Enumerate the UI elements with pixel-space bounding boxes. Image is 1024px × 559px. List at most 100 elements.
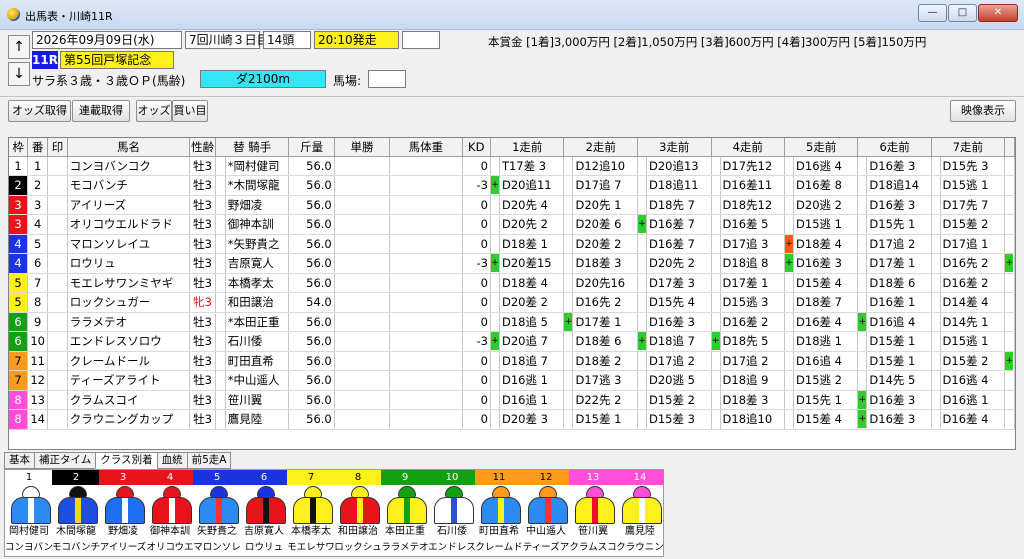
past-run[interactable]: D16差11 <box>720 175 786 196</box>
past-run[interactable]: D16差 2 <box>720 312 786 332</box>
past-run[interactable]: D16差 3 <box>793 253 859 274</box>
past-run[interactable]: D14先 1 <box>940 312 1005 332</box>
horse-name[interactable]: モコバンチ <box>67 175 191 196</box>
horse-row[interactable]: 5 8 ロックシュガー 牝3 和田譲治 54.0 0 D20差 2 D16先 2 D15先 4 D1… <box>9 292 1015 313</box>
past-run[interactable]: D18先12 <box>720 195 786 215</box>
past-run[interactable]: D17差 1 <box>572 312 638 332</box>
past-run[interactable]: D15逃 3 <box>720 292 786 313</box>
past-run[interactable]: D16差 7 <box>646 214 712 235</box>
tab-基本[interactable]: 基本 <box>4 452 35 469</box>
past-run[interactable]: D15差 3 <box>646 409 712 430</box>
past-run[interactable]: D18先 5 <box>720 331 786 352</box>
past-run[interactable]: D18追14 <box>866 175 932 196</box>
horse-row[interactable]: 1 1 コンヨバンコク 牡3 *岡村健司 56.0 0 T17差 3 D12追10 D20追13 D… <box>9 156 1015 176</box>
horse-row[interactable]: 8 13 クラムスコイ 牡3 笹川翼 56.0 0 D16追 1 D22先 2 D15差 2 D18… <box>9 390 1015 410</box>
mark-cell[interactable] <box>47 312 68 332</box>
past-run[interactable]: T17差 3 <box>499 156 565 176</box>
mark-cell[interactable] <box>47 195 68 215</box>
minimize-button[interactable]: — <box>918 4 947 22</box>
column-header[interactable]: 替 騎手 <box>215 138 290 157</box>
past-run[interactable]: D16差 4 <box>940 409 1005 430</box>
past-run[interactable]: D18追 5 <box>499 312 565 332</box>
past-run[interactable]: D18差 4 <box>793 234 859 254</box>
horse-name[interactable]: ティーズアライト <box>67 370 191 391</box>
horse-name[interactable]: ララメテオ <box>67 312 191 332</box>
past-run[interactable]: D20差15 <box>499 253 565 274</box>
jockey-name[interactable]: *木間塚龍 <box>225 175 290 196</box>
horse-name[interactable]: モエレサワンミヤギ <box>67 273 191 293</box>
past-run[interactable]: D16差 3 <box>866 195 932 215</box>
maximize-button[interactable]: □ <box>948 4 977 22</box>
past-run[interactable]: D16差 3 <box>866 390 932 410</box>
column-header[interactable]: 1走前 <box>490 138 565 157</box>
column-header[interactable]: 単勝 <box>334 138 391 157</box>
past-run[interactable]: D20差 2 <box>499 292 565 313</box>
past-run[interactable]: D18差 3 <box>572 253 638 274</box>
jockey-name[interactable]: 御神本訓 <box>225 214 290 235</box>
past-run[interactable]: D16差 7 <box>646 234 712 254</box>
past-run[interactable]: D18追10 <box>720 409 786 430</box>
mark-cell[interactable] <box>47 253 68 274</box>
horse-name[interactable]: アイリーズ <box>67 195 191 215</box>
past-run[interactable]: D18差 7 <box>793 292 859 313</box>
past-run[interactable]: D17差 1 <box>720 273 786 293</box>
past-run[interactable]: D20追13 <box>646 156 712 176</box>
mark-cell[interactable] <box>47 156 68 176</box>
jockey-name[interactable]: 和田譲治 <box>225 292 290 313</box>
mark-cell[interactable] <box>47 409 68 430</box>
horse-row[interactable]: 2 2 モコバンチ 牡3 *木間塚龍 56.0 -3 + D20追11 D17追 7 D18追11 D… <box>9 175 1015 196</box>
past-run[interactable]: D16差 3 <box>646 312 712 332</box>
jockey-name[interactable]: *本田正重 <box>225 312 290 332</box>
past-run[interactable]: D16差 2 <box>940 273 1005 293</box>
jockey-name[interactable]: *岡村健司 <box>225 156 290 176</box>
horse-row[interactable]: 4 6 ロウリュ 牡3 吉原寛人 56.0 -3 + D20差15 D18差 3 D20先 2 D18… <box>9 253 1015 274</box>
horse-row[interactable]: 7 11 クレームドール 牡3 町田直希 56.0 0 D18追 7 D18差 2 D17追 2 D… <box>9 351 1015 371</box>
past-run[interactable]: D18差 4 <box>499 273 565 293</box>
past-run[interactable]: D20追11 <box>499 175 565 196</box>
video-button[interactable]: 映像表示 <box>950 100 1016 122</box>
column-header[interactable]: 7走前 <box>931 138 1005 157</box>
past-run[interactable]: D16先 2 <box>572 292 638 313</box>
past-run[interactable]: D16追 4 <box>866 312 932 332</box>
past-run[interactable]: D20先 2 <box>499 214 565 235</box>
past-run[interactable]: D15先 4 <box>646 292 712 313</box>
past-run[interactable]: D15差 1 <box>866 331 932 352</box>
mark-cell[interactable] <box>47 390 68 410</box>
column-header[interactable]: 馬体重 <box>389 138 463 157</box>
horse-row[interactable]: 3 4 オリコウエルドラド 牡3 御神本訓 56.0 0 D20先 2 D20差 6 + D16差 … <box>9 214 1015 235</box>
tab-補正タイム[interactable]: 補正タイム <box>34 452 97 469</box>
mark-cell[interactable] <box>47 214 68 235</box>
past-run[interactable]: D18追 7 <box>646 331 712 352</box>
past-run[interactable]: D17逃 3 <box>572 370 638 391</box>
horse-row[interactable]: 6 9 ララメテオ 牡3 *本田正重 56.0 0 D18追 5 + D17差 1 D16差 3 D1… <box>9 312 1015 332</box>
column-header[interactable]: 性齢 <box>189 138 217 157</box>
horse-name[interactable]: クラムスコイ <box>67 390 191 410</box>
past-run[interactable]: D16追 1 <box>499 390 565 410</box>
past-run[interactable]: D20差 2 <box>572 234 638 254</box>
tab-クラス別着[interactable]: クラス別着 <box>95 452 158 469</box>
horse-name[interactable]: コンヨバンコク <box>67 156 191 176</box>
past-run[interactable]: D17追 3 <box>720 234 786 254</box>
column-header[interactable]: KD <box>462 138 491 157</box>
past-run[interactable]: D17追 2 <box>866 234 932 254</box>
horse-name[interactable]: オリコウエルドラド <box>67 214 191 235</box>
past-run[interactable]: D15差 1 <box>572 409 638 430</box>
past-run[interactable]: D16逃 1 <box>940 390 1005 410</box>
jockey-name[interactable]: *矢野貴之 <box>225 234 290 254</box>
past-run[interactable]: D17追 2 <box>720 351 786 371</box>
past-run[interactable]: D12追10 <box>572 156 638 176</box>
past-run[interactable]: D18差 6 <box>572 331 638 352</box>
past-run[interactable]: D14先 5 <box>866 370 932 391</box>
past-run[interactable]: D15差 1 <box>866 351 932 371</box>
close-button[interactable]: ✕ <box>978 4 1018 22</box>
past-run[interactable]: D18追 7 <box>499 351 565 371</box>
mark-cell[interactable] <box>47 351 68 371</box>
past-run[interactable]: D15差 2 <box>940 351 1005 371</box>
column-header[interactable]: 印 <box>47 138 68 157</box>
past-run[interactable]: D18追 8 <box>720 253 786 274</box>
kaime-button[interactable]: 買い目 <box>172 100 208 122</box>
past-run[interactable]: D22先 2 <box>572 390 638 410</box>
past-run[interactable]: D15差 2 <box>940 214 1005 235</box>
past-run[interactable]: D17差 1 <box>866 253 932 274</box>
post-time-extra[interactable] <box>402 31 440 49</box>
